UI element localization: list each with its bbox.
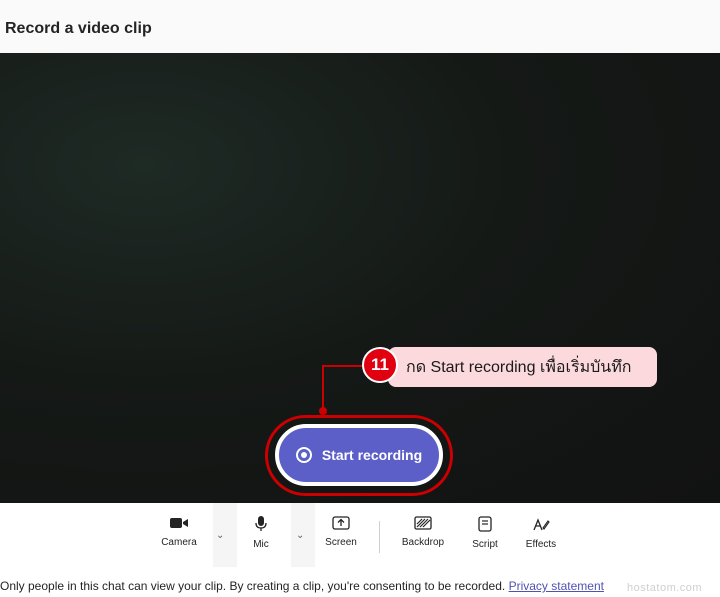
script-label: Script [472, 539, 498, 550]
microphone-icon [255, 516, 267, 531]
mic-button[interactable]: Mic [241, 516, 281, 562]
effects-label: Effects [525, 539, 557, 550]
dialog-header: Record a video clip [0, 0, 720, 53]
callout-connector [322, 365, 364, 367]
script-icon [478, 516, 492, 532]
dialog-title: Record a video clip [5, 20, 152, 37]
effects-button[interactable]: Effects [520, 516, 562, 562]
camera-label: Camera [161, 537, 197, 548]
script-button[interactable]: Script [466, 516, 504, 562]
privacy-statement-link[interactable]: Privacy statement [509, 579, 604, 593]
consent-text: Only people in this chat can view your c… [0, 579, 506, 593]
camera-options-chevron-icon[interactable]: ⌄ [216, 530, 224, 541]
step-callout: กด Start recording เพื่อเริ่มบันทึก [388, 347, 657, 387]
share-screen-icon [332, 516, 350, 530]
mic-label: Mic [253, 539, 269, 550]
toolbar-divider [379, 521, 380, 553]
record-icon [295, 447, 312, 463]
step-callout-text: กด Start recording เพื่อเริ่มบันทึก [406, 358, 632, 376]
start-recording-label: Start recording [321, 447, 423, 463]
recording-toolbar: Camera Mic Screen Backdrop Script Effect… [0, 503, 720, 567]
camera-button[interactable]: Camera [155, 516, 203, 562]
mic-options-chevron-icon[interactable]: ⌄ [296, 530, 304, 541]
consent-notice: Only people in this chat can view your c… [0, 579, 604, 593]
camera-icon [170, 518, 188, 528]
watermark: hostatom.com [627, 582, 703, 594]
start-recording-button[interactable]: Start recording [275, 424, 443, 486]
backdrop-label: Backdrop [401, 537, 445, 548]
callout-pointer-dot [319, 407, 327, 415]
backdrop-icon [414, 516, 432, 530]
screen-button[interactable]: Screen [318, 516, 364, 562]
backdrop-button[interactable]: Backdrop [399, 516, 447, 562]
effects-pen-icon [533, 518, 550, 531]
screen-label: Screen [325, 537, 357, 548]
callout-connector-vertical [322, 365, 324, 410]
step-number-badge: 11 [362, 347, 398, 383]
